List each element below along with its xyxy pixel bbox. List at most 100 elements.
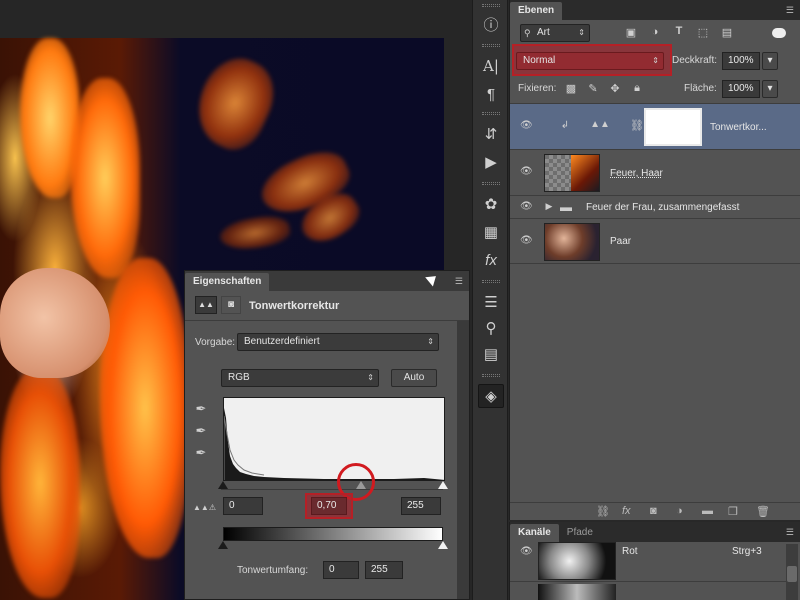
lock-all-icon[interactable]: 🔒︎ bbox=[630, 82, 644, 95]
channels-scrollbar[interactable] bbox=[786, 544, 798, 600]
opacity-input[interactable]: 100% bbox=[722, 52, 760, 70]
folder-icon: ▬ bbox=[560, 200, 572, 214]
clone-source-icon[interactable]: ☰ bbox=[478, 290, 504, 314]
panel-menu-icon[interactable]: ☰ bbox=[449, 276, 463, 286]
dock-grip[interactable] bbox=[482, 44, 500, 47]
scrollbar-thumb[interactable] bbox=[787, 566, 797, 582]
dock-grip[interactable] bbox=[482, 4, 500, 7]
layer-row-group-feuer[interactable]: 👁︎ ▶ ▬ Feuer der Frau, zusammengefasst bbox=[510, 197, 800, 219]
black-eyedropper-icon[interactable]: ✒︎ bbox=[193, 401, 209, 417]
blend-mode-value: Normal bbox=[523, 55, 556, 66]
dock-grip[interactable] bbox=[482, 280, 500, 283]
link-icon[interactable]: ⛓︎ bbox=[630, 119, 644, 132]
output-white-field[interactable]: 255 bbox=[365, 561, 403, 579]
layer-filter-select[interactable]: ⚲ Art ⇕ bbox=[520, 24, 590, 42]
fill-dropdown-button[interactable]: ▾ bbox=[762, 80, 778, 98]
brush-preset-icon[interactable]: ▦ bbox=[478, 220, 504, 244]
swatches-icon[interactable]: ✿ bbox=[478, 192, 504, 216]
paragraph-icon[interactable]: ¶ bbox=[478, 82, 504, 106]
info-icon[interactable]: ⓘ bbox=[478, 12, 504, 36]
filter-shape-icon[interactable]: ⬚ bbox=[696, 26, 710, 39]
tab-channels[interactable]: Kanäle bbox=[510, 524, 559, 542]
channel-row-rot[interactable]: 👁︎ Rot Strg+3 bbox=[510, 542, 786, 582]
levels-icon[interactable]: ▲▲ bbox=[195, 296, 217, 314]
filter-toggle[interactable] bbox=[772, 28, 786, 38]
layer-row-tonwertkorrektur[interactable]: 👁︎ ↲ ▲▲ ⛓︎ Tonwertkor... bbox=[510, 104, 800, 150]
output-black-field[interactable]: 0 bbox=[323, 561, 359, 579]
channel-thumbnail[interactable] bbox=[538, 542, 616, 580]
filter-adjustment-icon[interactable]: ◑ bbox=[648, 26, 662, 38]
preset-select[interactable]: Benutzerdefiniert ⇕ bbox=[237, 333, 439, 351]
lock-transparency-icon[interactable]: ▩ bbox=[564, 82, 578, 95]
layer-thumbnail[interactable] bbox=[544, 223, 600, 261]
link-layers-icon[interactable]: ⛓︎ bbox=[596, 505, 610, 518]
panel-menu-icon[interactable]: ☰ bbox=[780, 527, 794, 537]
filter-smart-icon[interactable]: ▤ bbox=[720, 26, 734, 39]
layer-name[interactable]: Feuer, Haar bbox=[610, 168, 663, 179]
layer-name[interactable]: Tonwertkor... bbox=[710, 122, 767, 133]
input-white-field[interactable]: 255 bbox=[401, 497, 441, 515]
layer-thumbnail-image bbox=[571, 155, 599, 191]
fx-icon[interactable]: fx bbox=[622, 505, 631, 517]
fill-label: Fläche: bbox=[684, 83, 717, 94]
fill-input[interactable]: 100% bbox=[722, 80, 760, 98]
styles-icon[interactable]: fx bbox=[478, 248, 504, 272]
dock-grip[interactable] bbox=[482, 112, 500, 115]
lock-position-icon[interactable]: ✥ bbox=[608, 82, 622, 95]
mask-icon[interactable]: ◙ bbox=[221, 296, 241, 314]
tab-layers[interactable]: Ebenen bbox=[510, 2, 563, 20]
clipping-warning-icon[interactable]: ▲▲⚠ bbox=[193, 503, 216, 512]
blend-mode-select[interactable]: Normal ⇕ bbox=[516, 52, 664, 70]
tool-preset-icon[interactable]: ⚲ bbox=[478, 316, 504, 340]
search-icon: ⚲ bbox=[524, 28, 531, 38]
input-gamma-field[interactable]: 0,70 bbox=[311, 497, 347, 515]
panel-menu-icon[interactable]: ☰ bbox=[780, 5, 794, 15]
layers-panel: Ebenen ☰ ⚲ Art ⇕ ▣ ◑ T ⬚ ▤ Normal ⇕ Deck… bbox=[509, 0, 800, 520]
new-layer-icon[interactable]: ❐ bbox=[728, 505, 738, 518]
preset-label: Vorgabe: bbox=[195, 337, 236, 348]
output-white-slider[interactable] bbox=[438, 541, 448, 549]
layer-row-paar[interactable]: 👁︎ Paar bbox=[510, 220, 800, 264]
auto-button[interactable]: Auto bbox=[391, 369, 437, 387]
gray-eyedropper-icon[interactable]: ✒︎ bbox=[193, 423, 209, 439]
layer-comps-icon[interactable]: ▤ bbox=[478, 342, 504, 366]
layer-thumbnail[interactable] bbox=[544, 154, 600, 192]
input-black-field[interactable]: 0 bbox=[223, 497, 263, 515]
3d-icon[interactable]: ◈ bbox=[478, 384, 504, 408]
properties-scrollbar[interactable] bbox=[457, 321, 469, 599]
tab-paths[interactable]: Pfade bbox=[559, 524, 601, 542]
layer-row-feuer-haar[interactable]: 👁︎ Feuer, Haar bbox=[510, 151, 800, 196]
layer-name[interactable]: Feuer der Frau, zusammengefasst bbox=[586, 202, 739, 213]
chevron-right-icon[interactable]: ▶ bbox=[544, 201, 554, 212]
flame-3 bbox=[100, 258, 190, 558]
layer-mask-thumbnail[interactable] bbox=[644, 108, 702, 146]
visibility-eye-icon[interactable]: 👁︎ bbox=[520, 546, 533, 557]
filter-pixel-icon[interactable]: ▣ bbox=[624, 26, 638, 39]
add-mask-icon[interactable]: ◙ bbox=[650, 505, 657, 517]
output-black-slider[interactable] bbox=[218, 541, 228, 549]
channel-select[interactable]: RGB ⇕ bbox=[221, 369, 379, 387]
adjustment-layer-icon[interactable]: ◑ bbox=[676, 505, 683, 517]
visibility-eye-icon[interactable]: 👁︎ bbox=[520, 120, 533, 131]
white-eyedropper-icon[interactable]: ✒︎ bbox=[193, 445, 209, 461]
input-white-slider[interactable] bbox=[438, 481, 448, 489]
opacity-dropdown-button[interactable]: ▾ bbox=[762, 52, 778, 70]
filter-type-icon[interactable]: T bbox=[672, 25, 686, 37]
new-group-icon[interactable]: ▬ bbox=[702, 505, 713, 517]
history-icon[interactable]: ⇵ bbox=[478, 122, 504, 146]
visibility-eye-icon[interactable]: 👁︎ bbox=[520, 235, 533, 246]
lock-image-icon[interactable]: ✎ bbox=[586, 82, 600, 95]
dock-grip[interactable] bbox=[482, 374, 500, 377]
flame-8 bbox=[217, 212, 293, 254]
character-icon[interactable]: A| bbox=[478, 54, 504, 78]
properties-tabbar: Eigenschaften ☰ bbox=[185, 271, 469, 291]
trash-icon[interactable]: 🗑︎ bbox=[756, 505, 770, 518]
visibility-eye-icon[interactable]: 👁︎ bbox=[520, 166, 533, 177]
dock-grip[interactable] bbox=[482, 182, 500, 185]
tab-properties[interactable]: Eigenschaften bbox=[185, 273, 270, 291]
input-black-slider[interactable] bbox=[218, 481, 228, 489]
channel-name[interactable]: Rot bbox=[622, 546, 638, 557]
play-icon[interactable]: ▶ bbox=[478, 150, 504, 174]
visibility-eye-icon[interactable]: 👁︎ bbox=[520, 201, 533, 212]
layer-name[interactable]: Paar bbox=[610, 236, 631, 247]
